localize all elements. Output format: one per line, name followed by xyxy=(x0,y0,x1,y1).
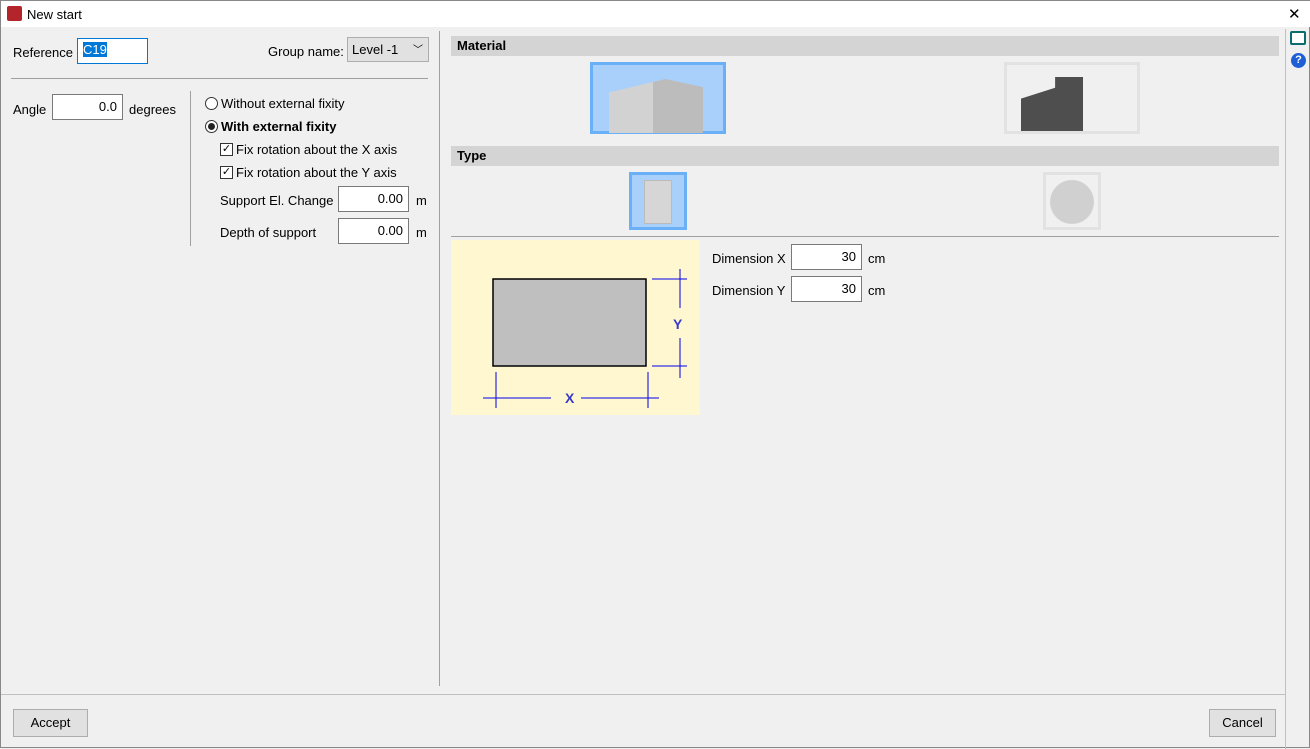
group-name-label: Group name: xyxy=(268,44,344,59)
dimension-diagram xyxy=(483,269,687,408)
dimension-y-unit: cm xyxy=(868,283,886,298)
window-title: New start xyxy=(27,7,82,22)
app-icon xyxy=(7,6,22,21)
angle-unit: degrees xyxy=(129,102,176,117)
divider xyxy=(1285,29,1286,749)
with-fixity-label: With external fixity xyxy=(221,119,337,134)
dimension-x-unit: cm xyxy=(868,251,886,266)
panel-divider xyxy=(439,31,440,686)
rectangle-section-icon xyxy=(644,180,672,224)
steel-material-button[interactable] xyxy=(1004,62,1140,134)
reference-label: Reference xyxy=(13,45,73,60)
material-header: Material xyxy=(451,36,1279,56)
footer-divider xyxy=(1,694,1285,695)
radio-without-fixity[interactable] xyxy=(205,97,218,110)
reference-input[interactable]: C19 xyxy=(77,38,148,64)
dimension-x-label: Dimension X xyxy=(712,251,786,266)
radio-with-fixity[interactable] xyxy=(205,120,218,133)
support-unit: m xyxy=(416,193,427,208)
divider xyxy=(190,91,191,246)
without-fixity-label: Without external fixity xyxy=(221,96,345,111)
accept-button[interactable]: Accept xyxy=(13,709,88,737)
fix-x-checkbox[interactable]: ✓ xyxy=(220,143,233,156)
concrete-block-icon xyxy=(609,79,703,133)
divider xyxy=(451,236,1279,237)
diagram-x-label: X xyxy=(565,390,575,406)
title-bar: New start ✕ xyxy=(1,1,1310,27)
chevron-down-icon: ﹀ xyxy=(413,45,423,56)
dimension-x-input[interactable]: 30 xyxy=(791,244,862,270)
section-diagram: Y X xyxy=(451,240,700,415)
type-header: Type xyxy=(451,146,1279,166)
fix-y-checkbox[interactable]: ✓ xyxy=(220,166,233,179)
circular-type-button[interactable] xyxy=(1043,172,1101,230)
angle-input[interactable]: 0.0 xyxy=(52,94,123,120)
dimension-y-label: Dimension Y xyxy=(712,283,786,298)
support-label: Support El. Change xyxy=(220,193,334,208)
close-button[interactable]: ✕ xyxy=(1288,5,1301,23)
fix-x-label: Fix rotation about the X axis xyxy=(236,142,398,157)
group-name-select[interactable]: Level -1 ﹀ xyxy=(347,37,429,62)
fix-y-label: Fix rotation about the Y axis xyxy=(236,165,397,180)
manual-book-icon[interactable] xyxy=(1290,31,1306,45)
divider xyxy=(11,78,428,79)
angle-label: Angle xyxy=(13,102,47,117)
depth-input[interactable]: 0.00 xyxy=(338,218,409,244)
dimension-y-input[interactable]: 30 xyxy=(791,276,862,302)
concrete-material-button[interactable] xyxy=(590,62,726,134)
support-input[interactable]: 0.00 xyxy=(338,186,409,212)
depth-label: Depth of support xyxy=(220,225,317,240)
help-icon[interactable]: ? xyxy=(1291,53,1306,68)
steel-beam-icon xyxy=(1021,77,1083,131)
cancel-button[interactable]: Cancel xyxy=(1209,709,1276,737)
depth-unit: m xyxy=(416,225,427,240)
diagram-y-label: Y xyxy=(673,316,683,332)
rectangular-type-button[interactable] xyxy=(629,172,687,230)
circle-section-icon xyxy=(1050,180,1094,224)
